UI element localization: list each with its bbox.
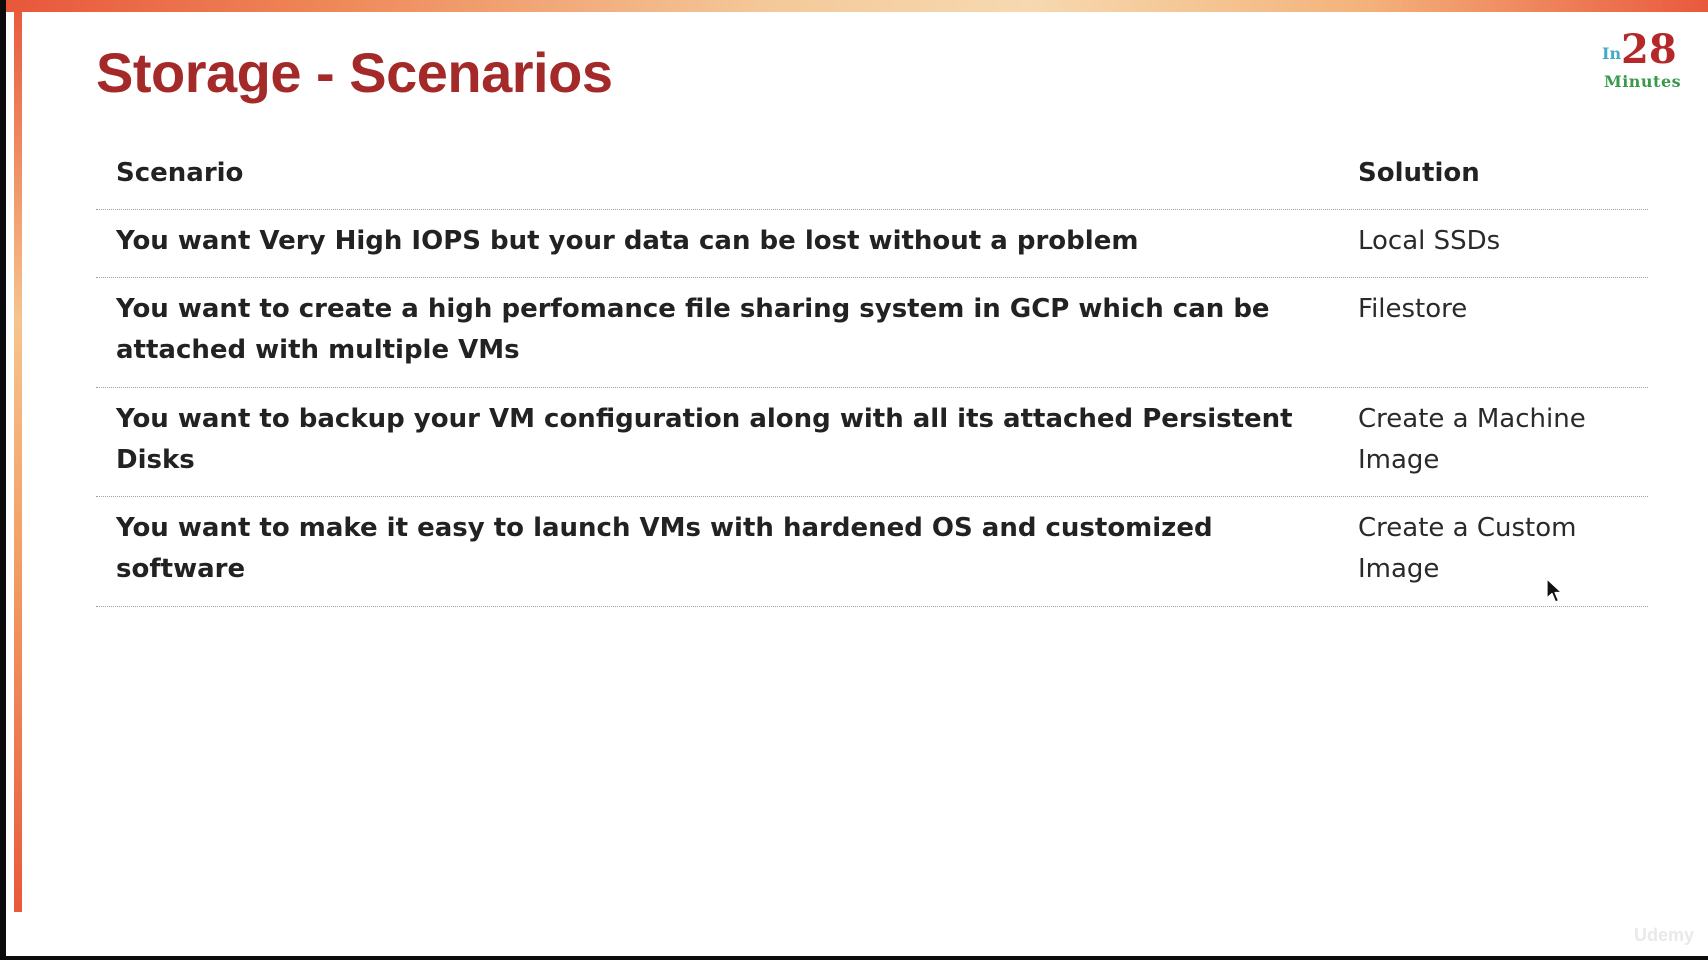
top-accent-bar [6, 0, 1708, 12]
logo-suffix: Minutes [1604, 72, 1682, 91]
slide-title: Storage - Scenarios [96, 41, 613, 104]
table-header-row: Scenario Solution [96, 140, 1648, 210]
table-row: You want to make it easy to launch VMs w… [96, 497, 1648, 607]
header-solution: Solution [1358, 158, 1480, 188]
solution-cell: Filestore [1358, 294, 1468, 324]
header-scenario: Scenario [116, 158, 244, 188]
table-row: You want Very High IOPS but your data ca… [96, 210, 1648, 278]
table-row: You want to create a high perfomance fil… [96, 278, 1648, 388]
scenario-cell: You want to make it easy to launch VMs w… [116, 513, 1213, 584]
scenario-cell: You want to backup your VM configuration… [116, 404, 1293, 475]
scenario-cell: You want Very High IOPS but your data ca… [116, 226, 1139, 256]
slide: Storage - Scenarios In 28 Minutes Scenar… [6, 0, 1708, 956]
logo-number: 28 [1621, 26, 1677, 73]
in28minutes-logo: In 28 Minutes [1602, 30, 1682, 94]
solution-cell: Local SSDs [1358, 226, 1501, 256]
video-frame: Storage - Scenarios In 28 Minutes Scenar… [0, 0, 1708, 960]
mouse-pointer-icon [1546, 578, 1563, 603]
scenarios-table: Scenario Solution You want Very High IOP… [96, 140, 1648, 607]
udemy-watermark: Udemy [1633, 925, 1694, 945]
solution-cell: Create a Custom Image [1358, 513, 1577, 584]
logo-prefix: In [1602, 44, 1622, 63]
scenario-cell: You want to create a high perfomance fil… [116, 294, 1270, 365]
solution-cell: Create a Machine Image [1358, 404, 1586, 475]
left-accent-bar [14, 0, 22, 912]
table-row: You want to backup your VM configuration… [96, 388, 1648, 497]
